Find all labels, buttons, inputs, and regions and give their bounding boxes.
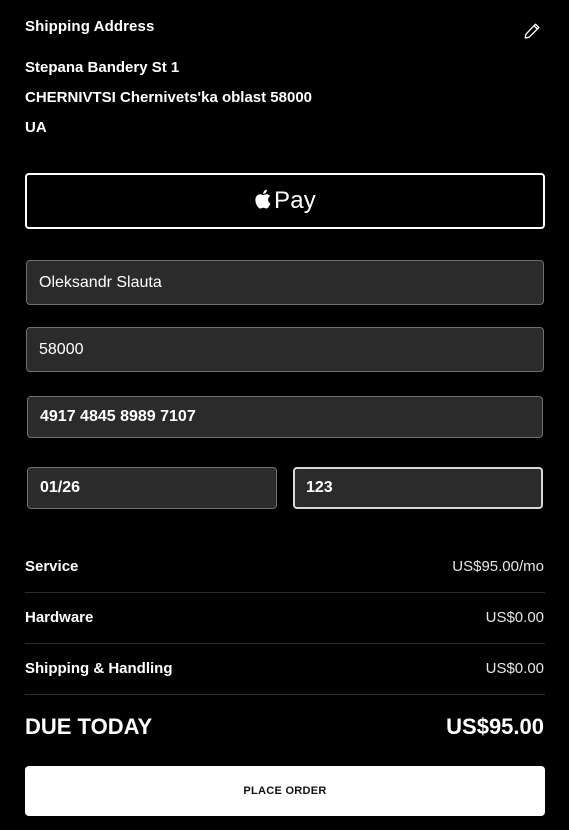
expiry-field[interactable]	[27, 467, 277, 509]
apple-pay-label: Pay	[274, 187, 316, 214]
address-line-2: CHERNIVTSI Chernivets'ka oblast 58000	[25, 89, 313, 106]
edit-address-button[interactable]	[520, 19, 544, 43]
due-today-value: US$95.00	[446, 714, 544, 739]
service-label: Service	[25, 558, 79, 575]
summary-divider	[25, 592, 545, 593]
card-number-field[interactable]	[27, 396, 543, 438]
apple-pay-button[interactable]: Pay	[25, 173, 545, 229]
hardware-label: Hardware	[25, 609, 94, 626]
due-today-label: DUE TODAY	[25, 714, 153, 739]
service-value: US$95.00/mo	[452, 558, 544, 575]
summary-divider	[25, 694, 545, 695]
pencil-icon	[523, 22, 541, 40]
cvv-field[interactable]	[293, 467, 543, 509]
hardware-value: US$0.00	[485, 609, 544, 626]
apple-logo-icon	[254, 189, 271, 209]
address-line-3: UA	[25, 119, 47, 136]
summary-divider	[25, 643, 545, 644]
name-field[interactable]	[26, 260, 544, 305]
zip-field[interactable]	[26, 327, 544, 372]
address-line-1: Stepana Bandery St 1	[25, 59, 180, 76]
place-order-button[interactable]: PLACE ORDER	[25, 766, 545, 816]
shipping-handling-value: US$0.00	[485, 660, 544, 677]
shipping-handling-label: Shipping & Handling	[25, 660, 173, 677]
shipping-address-title: Shipping Address	[25, 18, 155, 35]
